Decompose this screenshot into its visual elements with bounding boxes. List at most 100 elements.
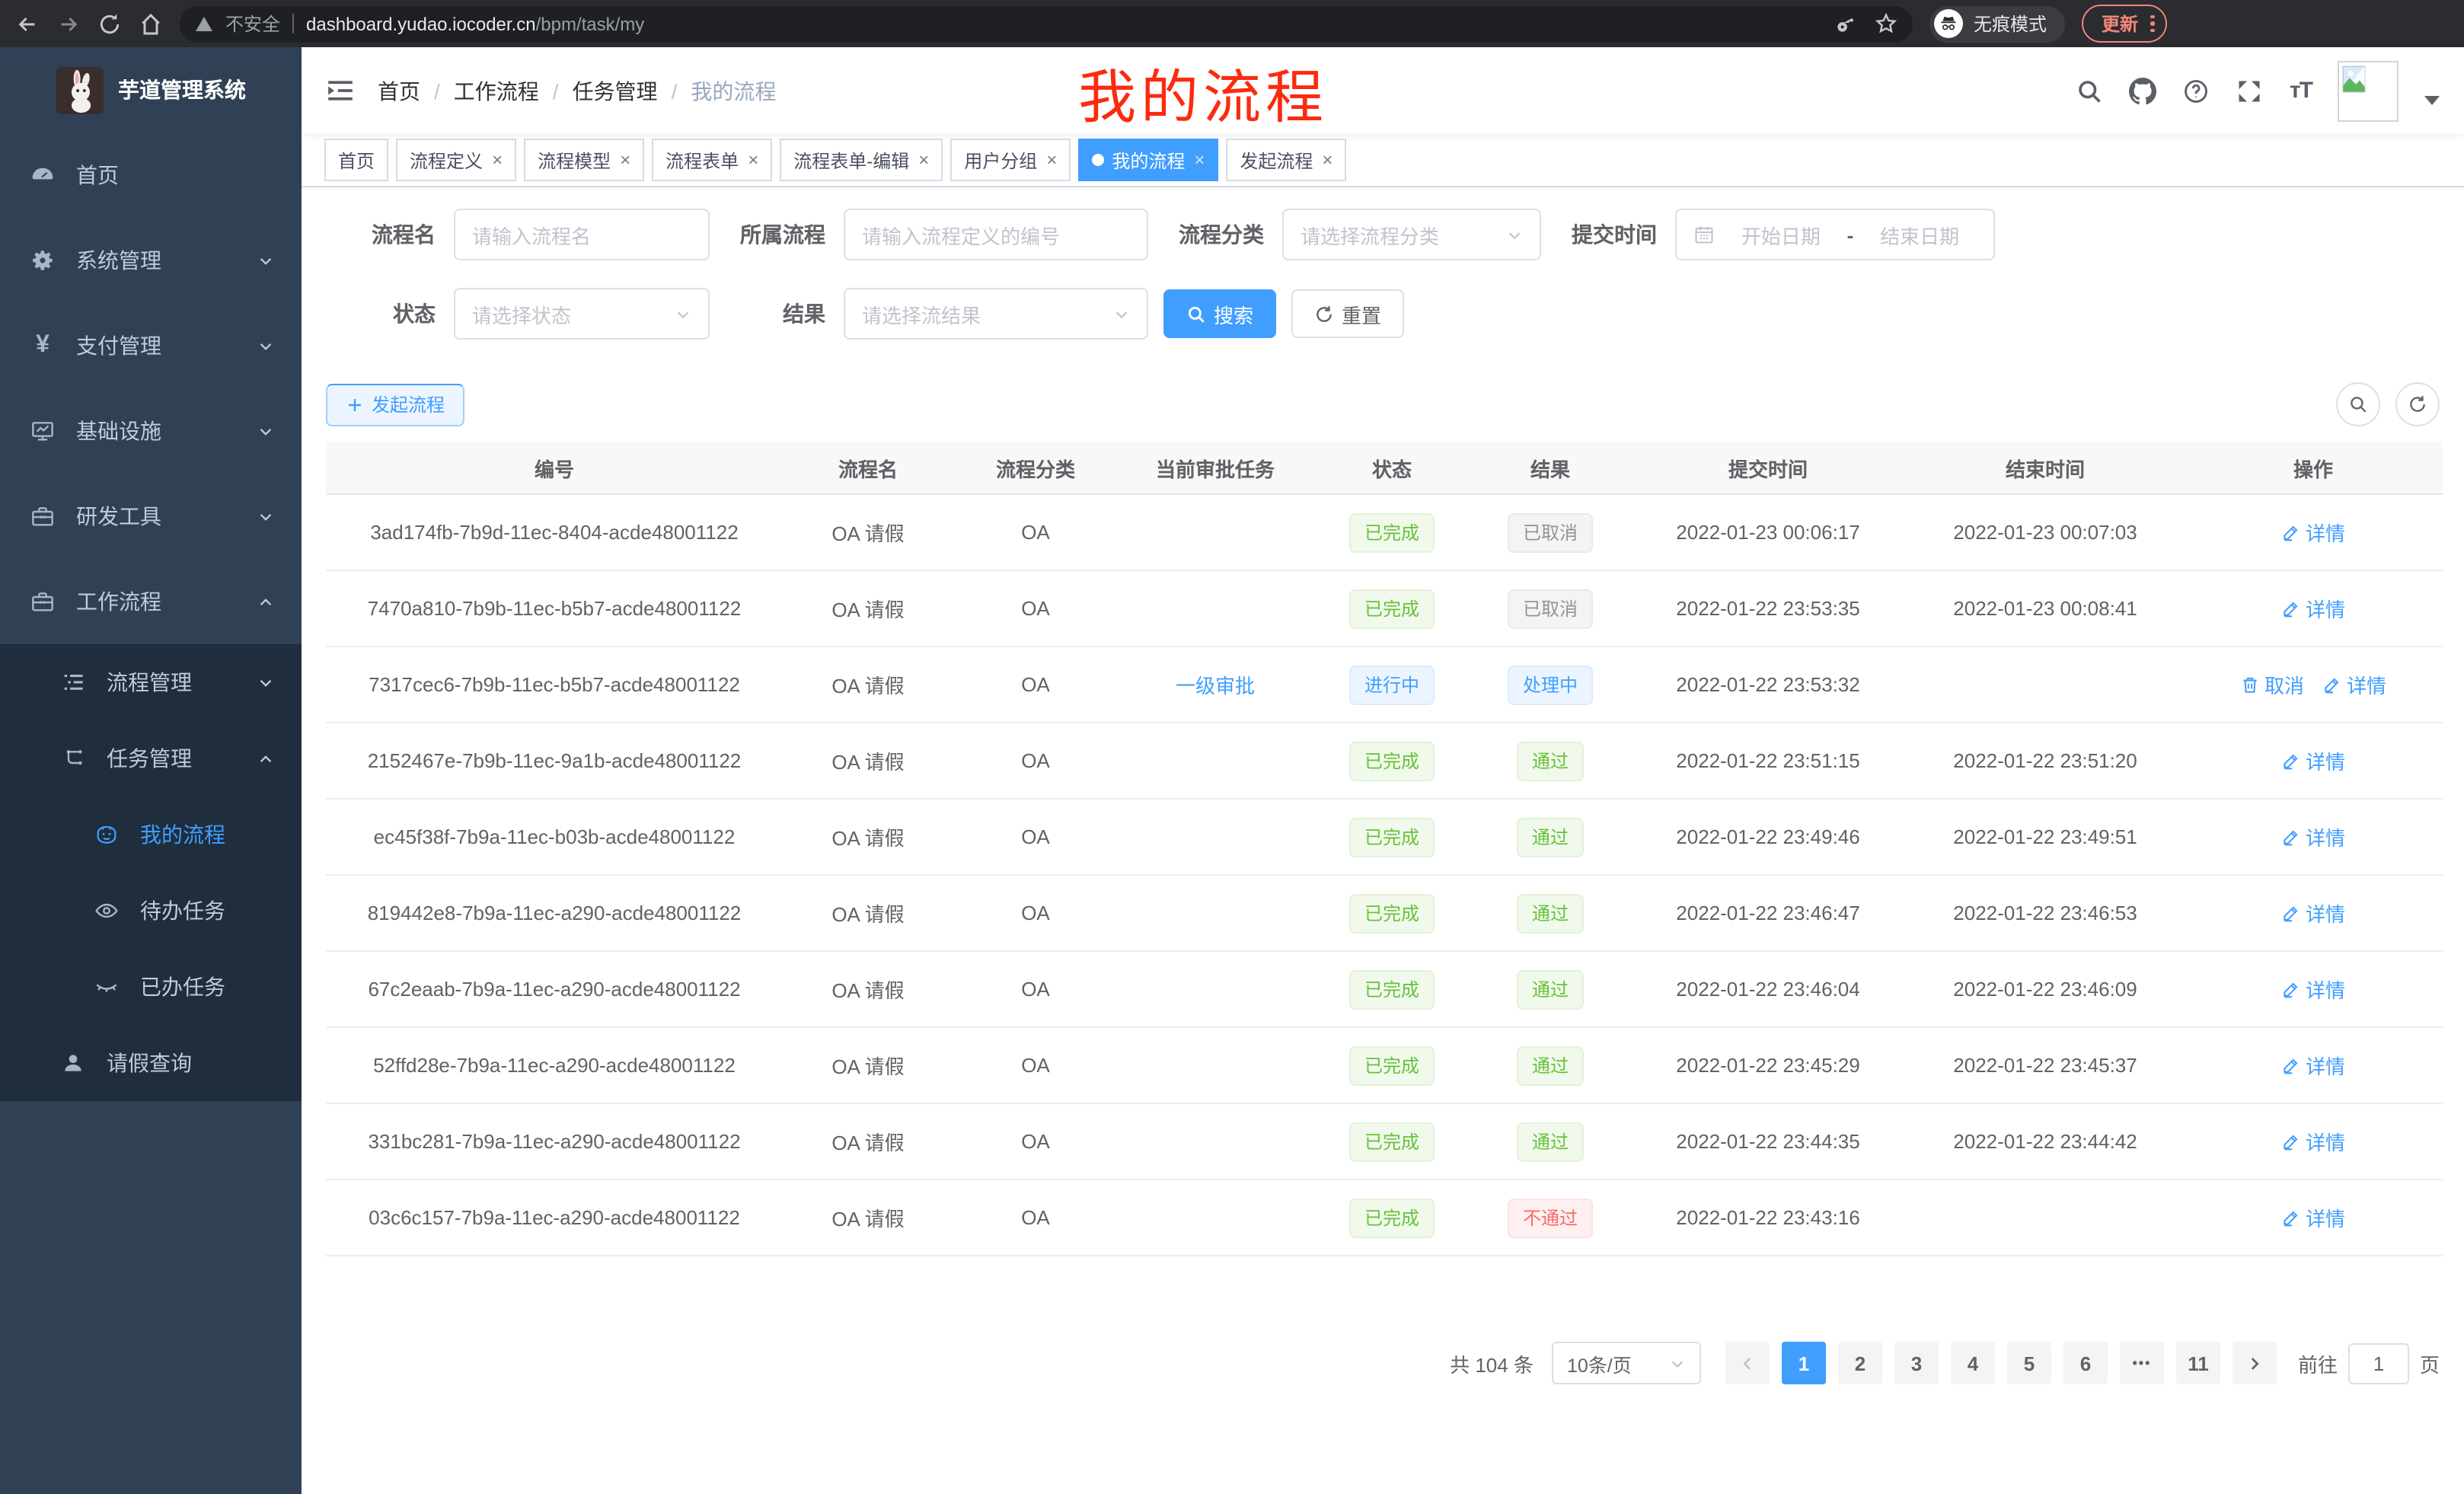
cell-id: 331bc281-7b9a-11ec-a290-acde48001122 (326, 1103, 783, 1180)
font-size-icon[interactable]: ᴛT (2290, 78, 2312, 104)
page-button-2[interactable]: 2 (1838, 1342, 1882, 1384)
sidebar-item-任务管理[interactable]: 任务管理 (0, 720, 302, 796)
detail-link[interactable]: 详情 (2281, 975, 2345, 1004)
avatar-caret-icon[interactable] (2424, 95, 2440, 104)
sidebar-item-研发工具[interactable]: 研发工具 (0, 474, 302, 559)
cancel-link[interactable]: 取消 (2240, 670, 2304, 699)
reset-button[interactable]: 重置 (1291, 289, 1404, 338)
current-task-link[interactable]: 一级审批 (1176, 670, 1255, 699)
url-bar[interactable]: 不安全 dashboard.yudao.iocoder.cn/bpm/task/… (180, 5, 1913, 42)
tab-流程表单-编辑[interactable]: 流程表单-编辑× (780, 139, 943, 181)
page-button-11[interactable]: 11 (2176, 1342, 2220, 1384)
table-row: 819442e8-7b9a-11ec-a290-acde48001122OA 请… (326, 875, 2443, 951)
forward-icon[interactable] (56, 11, 81, 36)
sidebar-logo[interactable]: 芋道管理系统 (0, 47, 302, 132)
result-select[interactable]: 请选择流结果 (844, 288, 1148, 340)
goto-page-input[interactable]: 1 (2348, 1342, 2409, 1384)
detail-link[interactable]: 详情 (2322, 670, 2386, 699)
search-icon (1186, 304, 1206, 324)
detail-link[interactable]: 详情 (2281, 594, 2345, 623)
help-icon[interactable] (2183, 77, 2210, 104)
category-select[interactable]: 请选择流程分类 (1282, 209, 1541, 260)
sidebar-item-流程管理[interactable]: 流程管理 (0, 644, 302, 720)
close-icon[interactable]: × (748, 151, 758, 169)
page-button-6[interactable]: 6 (2063, 1342, 2108, 1384)
page-button-1[interactable]: 1 (1782, 1342, 1826, 1384)
table-row: 7317cec6-7b9b-11ec-b5b7-acde48001122OA 请… (326, 646, 2443, 723)
back-icon[interactable] (15, 11, 40, 36)
toggle-search-button[interactable] (2336, 382, 2380, 426)
detail-link[interactable]: 详情 (2281, 1127, 2345, 1156)
process-definition-input[interactable]: 请输入流程定义的编号 (844, 209, 1148, 260)
sidebar-item-请假查询[interactable]: 请假查询 (0, 1025, 302, 1101)
detail-link[interactable]: 详情 (2281, 746, 2345, 775)
sidebar-item-label: 任务管理 (107, 743, 257, 774)
detail-link[interactable]: 详情 (2281, 1051, 2345, 1080)
cell-id: ec45f38f-7b9a-11ec-b03b-acde48001122 (326, 799, 783, 875)
update-button[interactable]: 更新 (2082, 5, 2166, 43)
tags-view: 首页流程定义×流程模型×流程表单×流程表单-编辑×用户分组×我的流程×发起流程× (302, 134, 2464, 187)
avatar[interactable] (2338, 60, 2399, 121)
breadcrumb-item-任务管理[interactable]: 任务管理 (573, 75, 658, 106)
cell-result: 通过 (1471, 875, 1629, 951)
tab-首页[interactable]: 首页 (324, 139, 388, 181)
pencil-icon (2281, 979, 2301, 999)
tab-用户分组[interactable]: 用户分组× (950, 139, 1071, 181)
refresh-table-button[interactable] (2395, 382, 2440, 426)
cell-status: 进行中 (1313, 646, 1471, 723)
sidebar-item-待办任务[interactable]: 待办任务 (0, 873, 302, 949)
cell-id: 67c2eaab-7b9a-11ec-a290-acde48001122 (326, 951, 783, 1027)
sidebar-item-首页[interactable]: 首页 (0, 132, 302, 218)
cell-category: OA (953, 723, 1118, 799)
hamburger-icon[interactable] (326, 76, 355, 105)
sidebar-item-工作流程[interactable]: 工作流程 (0, 559, 302, 644)
actions-group: 详情 (2281, 1051, 2345, 1080)
sidebar-item-系统管理[interactable]: 系统管理 (0, 218, 302, 303)
tab-流程定义[interactable]: 流程定义× (396, 139, 516, 181)
page-button-3[interactable]: 3 (1894, 1342, 1939, 1384)
search-button[interactable]: 搜索 (1163, 289, 1276, 338)
page-button-4[interactable]: 4 (1951, 1342, 1995, 1384)
sidebar-item-我的流程[interactable]: 我的流程 (0, 796, 302, 873)
detail-link[interactable]: 详情 (2281, 822, 2345, 851)
page-button-5[interactable]: 5 (2007, 1342, 2051, 1384)
calendar-icon (1693, 224, 1715, 245)
result-badge: 通过 (1517, 817, 1584, 857)
breadcrumb-item-首页[interactable]: 首页 (378, 75, 420, 106)
close-icon[interactable]: × (1046, 151, 1057, 169)
detail-link[interactable]: 详情 (2281, 518, 2345, 547)
submit-time-range-picker[interactable]: 开始日期 - 结束日期 (1675, 209, 1995, 260)
password-key-icon[interactable] (1834, 12, 1856, 35)
tab-流程模型[interactable]: 流程模型× (524, 139, 644, 181)
search-icon[interactable] (2076, 77, 2104, 104)
result-badge: 通过 (1517, 969, 1584, 1009)
process-name-input[interactable]: 请输入流程名 (454, 209, 710, 260)
close-icon[interactable]: × (918, 151, 929, 169)
tab-流程表单[interactable]: 流程表单× (652, 139, 772, 181)
close-icon[interactable]: × (492, 151, 503, 169)
reload-icon[interactable] (97, 11, 122, 36)
goto-suffix: 页 (2420, 1349, 2440, 1377)
sidebar-item-已办任务[interactable]: 已办任务 (0, 949, 302, 1025)
tab-发起流程[interactable]: 发起流程× (1226, 139, 1346, 181)
detail-link[interactable]: 详情 (2281, 899, 2345, 927)
incognito-badge[interactable]: 无痕模式 (1929, 5, 2065, 42)
close-icon[interactable]: × (1322, 151, 1333, 169)
status-select[interactable]: 请选择状态 (454, 288, 710, 340)
home-icon[interactable] (139, 11, 163, 36)
close-icon[interactable]: × (1194, 151, 1205, 169)
sidebar-item-支付管理[interactable]: ¥支付管理 (0, 303, 302, 388)
close-icon[interactable]: × (620, 151, 630, 169)
cell-actions: 详情 (2184, 1103, 2443, 1180)
tab-我的流程[interactable]: 我的流程× (1078, 139, 1218, 181)
bookmark-star-icon[interactable] (1875, 12, 1897, 35)
fullscreen-icon[interactable] (2236, 77, 2264, 104)
sidebar-item-基础设施[interactable]: 基础设施 (0, 388, 302, 474)
page-size-select[interactable]: 10条/页 (1552, 1342, 1701, 1384)
detail-link[interactable]: 详情 (2281, 1203, 2345, 1232)
create-process-button[interactable]: 发起流程 (326, 383, 464, 426)
next-page-button[interactable] (2233, 1342, 2277, 1384)
browser-menu-icon[interactable] (2150, 15, 2154, 33)
github-icon[interactable] (2130, 77, 2157, 104)
breadcrumb-item-工作流程[interactable]: 工作流程 (454, 75, 539, 106)
